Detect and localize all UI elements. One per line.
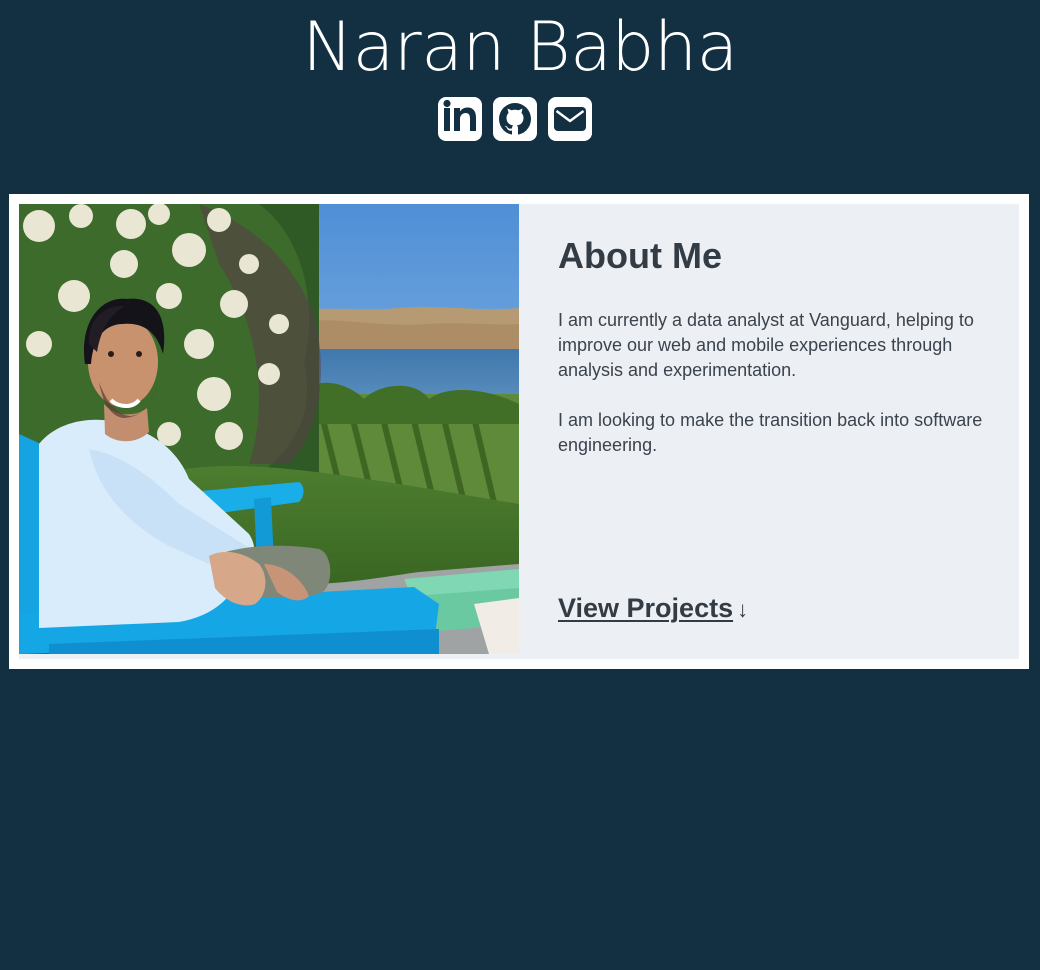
about-section: About Me I am currently a data analyst a… [9,194,1029,669]
about-content: About Me I am currently a data analyst a… [558,204,988,659]
view-projects-label: View Projects [558,593,734,623]
about-heading: About Me [558,235,722,276]
github-icon [499,103,531,135]
email-link[interactable] [548,97,592,141]
arrow-down-icon: ↓ [737,597,749,622]
github-link[interactable] [493,97,537,141]
about-card: About Me I am currently a data analyst a… [19,204,1019,659]
site-header: Naran Babha [0,0,1040,150]
linkedin-link[interactable] [438,97,482,141]
about-paragraph: I am currently a data analyst at Vanguar… [558,310,974,380]
social-links [438,97,592,141]
linkedin-icon [443,99,476,131]
profile-photo [19,204,519,654]
envelope-icon [554,107,586,131]
view-projects-link[interactable]: View Projects ↓ [558,591,748,627]
site-title: Naran Babha [302,8,738,87]
about-paragraph: I am looking to make the transition back… [558,410,983,455]
